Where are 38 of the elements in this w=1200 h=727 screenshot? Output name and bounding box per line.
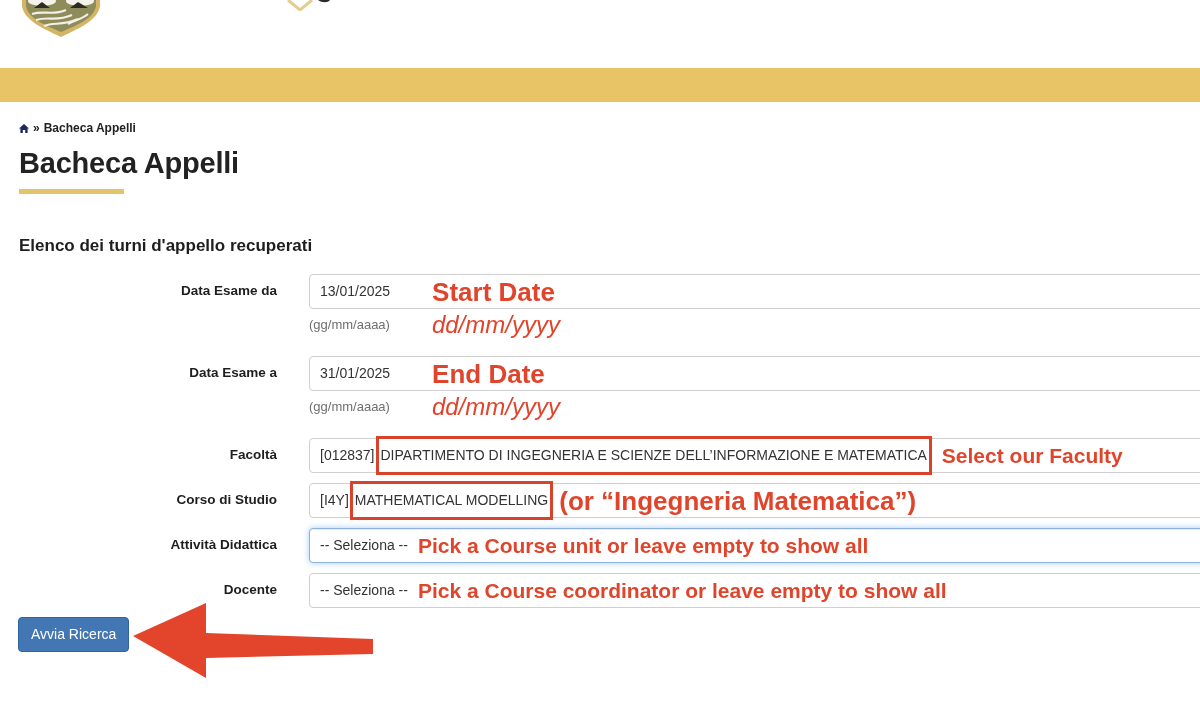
breadcrumb-current: Bacheca Appelli: [43, 121, 136, 135]
field-label: Data Esame a: [188, 364, 277, 383]
page-title: Bacheca Appelli: [19, 146, 240, 181]
home-icon[interactable]: [19, 123, 29, 133]
date-format-hint: (gg/mm/aaaa): [309, 397, 390, 416]
annotation-text: dd/mm/yyyy: [431, 394, 560, 419]
field-value: -- Seleziona --: [320, 536, 408, 555]
annotation-text: Select our Faculty: [941, 445, 1123, 466]
field-label: Data Esame da: [179, 282, 277, 301]
field-code: [012837]: [320, 446, 375, 465]
field-label: Corso di Studio: [175, 491, 277, 510]
date-field[interactable]: 13/01/2025 Start Date: [309, 274, 1200, 309]
crest-icon: [22, 0, 100, 37]
annotation-text: dd/mm/yyyy: [431, 312, 560, 337]
field-label: Docente: [222, 581, 277, 600]
annotation-text: Pick a Course unit or leave empty to show all: [417, 535, 869, 556]
field-value: MATHEMATICAL MODELLING: [349, 481, 554, 520]
field-value: 31/01/2025: [320, 364, 391, 383]
select-field[interactable]: -- Seleziona -- Pick a Course coordinator or leave empty to show all: [309, 573, 1200, 608]
field-label: Attività Didattica: [169, 536, 277, 555]
annotation-text: Pick a Course coordinator or leave empty to show all: [417, 580, 947, 601]
field-value: -- Seleziona --: [320, 581, 408, 600]
annotation-text: (or “Ingegneria Matematica”): [559, 487, 917, 514]
field-value: DIPARTIMENTO DI INGEGNERIA E SCIENZE DELL’INFORMAZIONE E MATEMATICA: [375, 436, 932, 475]
chevron-logo-icon: [286, 0, 332, 11]
field-value: 13/01/2025: [320, 282, 391, 301]
date-field[interactable]: 31/01/2025 End Date: [309, 356, 1200, 391]
select-field[interactable]: -- Seleziona -- Pick a Course unit or leave empty to show all: [309, 528, 1200, 563]
select-field[interactable]: [I4Y] MATHEMATICAL MODELLING (or “Ingegneria Matematica”): [309, 483, 1200, 518]
search-button[interactable]: Avvia Ricerca: [18, 617, 130, 652]
breadcrumb-separator: »: [33, 121, 40, 135]
field-label: Facoltà: [228, 446, 277, 465]
annotation-text: End Date: [432, 360, 545, 387]
section-title: Elenco dei turni d'appello recuperati: [19, 235, 314, 257]
field-code: [I4Y]: [320, 491, 349, 510]
select-field[interactable]: [012837] DIPARTIMENTO DI INGEGNERIA E SCIENZE DELL’INFORMAZIONE E MATEMATICA Select our Faculty: [309, 438, 1200, 473]
annotation-text: Start Date: [432, 278, 555, 305]
date-format-hint: (gg/mm/aaaa): [309, 315, 390, 334]
